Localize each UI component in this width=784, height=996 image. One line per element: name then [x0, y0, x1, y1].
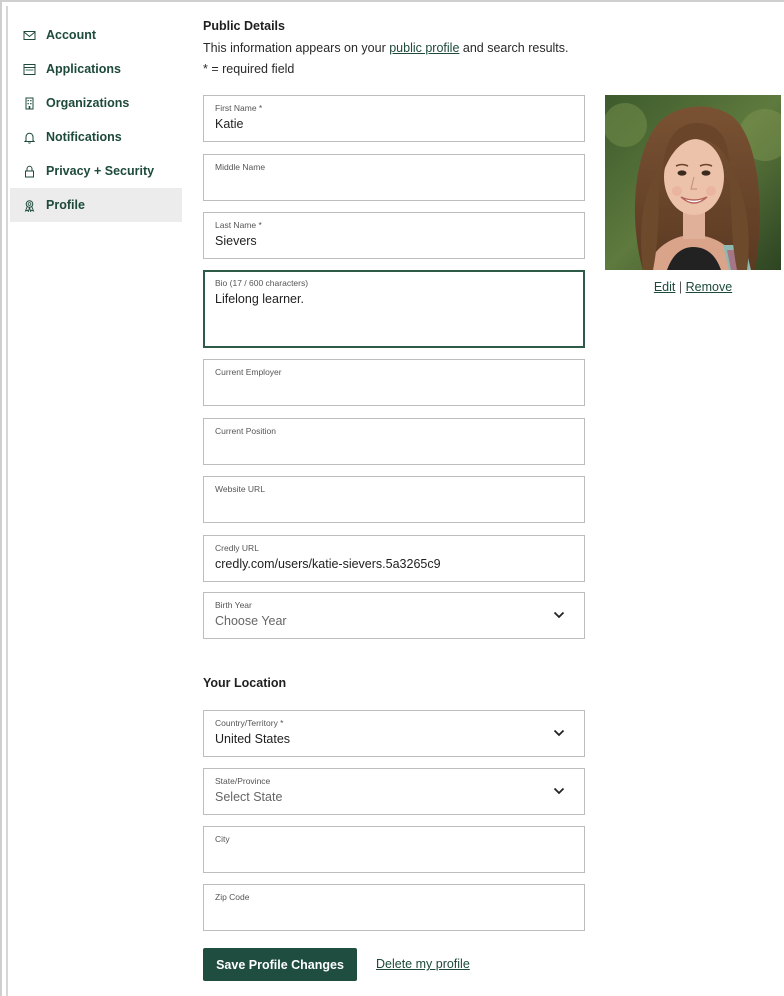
- sidebar-item-label: Organizations: [46, 96, 130, 110]
- photo-actions-separator: |: [678, 280, 683, 294]
- chevron-down-icon: [553, 611, 565, 619]
- badge-icon: [23, 199, 36, 212]
- intro-text-before: This information appears on your: [203, 41, 390, 55]
- country-value: United States: [215, 732, 291, 746]
- credly-url-value: credly.com/users/katie-sievers.5a3265c9: [215, 557, 441, 571]
- chevron-down-icon: [553, 729, 565, 737]
- sidebar-item-label: Privacy + Security: [46, 164, 155, 178]
- delete-profile-link[interactable]: Delete my profile: [376, 957, 470, 971]
- sidebar-item-privacy-security[interactable]: Privacy + Security: [10, 154, 182, 188]
- last-name-value: Sievers: [215, 234, 257, 248]
- current-employer-label: Current Employer: [215, 367, 282, 377]
- sidebar-item-profile[interactable]: Profile: [10, 188, 182, 222]
- building-icon: [23, 97, 36, 110]
- sidebar-item-label: Applications: [46, 62, 122, 76]
- browser-window-icon: [23, 63, 36, 76]
- first-name-value: Katie: [215, 117, 244, 131]
- bell-icon: [23, 131, 36, 144]
- bio-textarea[interactable]: Bio (17 / 600 characters) Lifelong learn…: [203, 270, 585, 348]
- state-placeholder: Select State: [215, 790, 283, 804]
- public-details-heading: Public Details: [203, 19, 285, 33]
- middle-name-label: Middle Name: [215, 162, 266, 172]
- country-select[interactable]: Country/Territory * United States: [203, 710, 585, 757]
- photo-actions: Edit | Remove: [605, 280, 781, 294]
- public-details-intro: This information appears on your public …: [203, 41, 569, 55]
- remove-photo-link[interactable]: Remove: [686, 280, 733, 294]
- save-profile-button[interactable]: Save Profile Changes: [203, 948, 357, 981]
- intro-text-after: and search results.: [459, 41, 569, 55]
- birth-year-label: Birth Year: [215, 600, 252, 610]
- public-profile-link[interactable]: public profile: [389, 41, 459, 55]
- credly-url-label: Credly URL: [215, 543, 259, 553]
- left-border: [6, 6, 8, 996]
- birth-year-select[interactable]: Birth Year Choose Year: [203, 592, 585, 639]
- state-label: State/Province: [215, 776, 271, 786]
- sidebar-item-account[interactable]: Account: [10, 18, 182, 52]
- current-position-label: Current Position: [215, 426, 276, 436]
- city-field[interactable]: City: [203, 826, 585, 873]
- lock-icon: [23, 165, 36, 178]
- sidebar-item-applications[interactable]: Applications: [10, 52, 182, 86]
- country-label: Country/Territory *: [215, 718, 284, 728]
- edit-photo-link[interactable]: Edit: [654, 280, 676, 294]
- zip-code-field[interactable]: Zip Code: [203, 884, 585, 931]
- bio-label: Bio (17 / 600 characters): [215, 278, 309, 288]
- last-name-field[interactable]: Last Name * Sievers: [203, 212, 585, 259]
- city-label: City: [215, 834, 230, 844]
- zip-code-label: Zip Code: [215, 892, 250, 902]
- sidebar-item-label: Account: [46, 28, 96, 42]
- current-position-field[interactable]: Current Position: [203, 418, 585, 465]
- envelope-icon: [23, 29, 36, 42]
- website-url-field[interactable]: Website URL: [203, 476, 585, 523]
- sidebar-item-organizations[interactable]: Organizations: [10, 86, 182, 120]
- state-select[interactable]: State/Province Select State: [203, 768, 585, 815]
- current-employer-field[interactable]: Current Employer: [203, 359, 585, 406]
- credly-url-field[interactable]: Credly URL credly.com/users/katie-siever…: [203, 535, 585, 582]
- website-url-label: Website URL: [215, 484, 265, 494]
- bio-value: Lifelong learner.: [215, 292, 304, 306]
- sidebar-item-label: Notifications: [46, 130, 122, 144]
- last-name-label: Last Name *: [215, 220, 262, 230]
- required-field-note: * = required field: [203, 62, 295, 76]
- birth-year-placeholder: Choose Year: [215, 614, 287, 628]
- your-location-heading: Your Location: [203, 676, 287, 690]
- first-name-field[interactable]: First Name * Katie: [203, 95, 585, 142]
- profile-photo: [605, 95, 781, 270]
- sidebar-nav: Account Applications Organizations Notif…: [10, 18, 182, 222]
- first-name-label: First Name *: [215, 103, 263, 113]
- middle-name-field[interactable]: Middle Name: [203, 154, 585, 201]
- sidebar-item-notifications[interactable]: Notifications: [10, 120, 182, 154]
- chevron-down-icon: [553, 787, 565, 795]
- sidebar-item-label: Profile: [46, 198, 85, 212]
